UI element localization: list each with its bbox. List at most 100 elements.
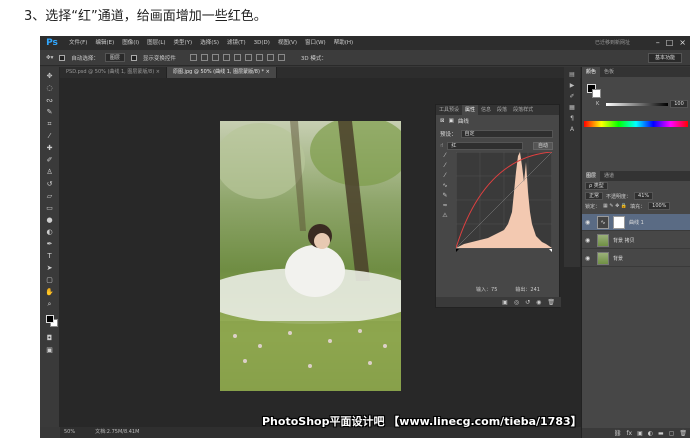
- edit-points-icon[interactable]: ∿: [439, 182, 451, 189]
- menu-view[interactable]: 视图(V): [274, 36, 301, 50]
- gray-point-eyedropper-icon[interactable]: ⁄: [439, 162, 451, 169]
- curve-graph[interactable]: [456, 152, 552, 252]
- link-layers-icon[interactable]: ⛓: [614, 430, 622, 437]
- eye-icon[interactable]: ◉: [585, 237, 593, 244]
- k-slider[interactable]: [606, 103, 668, 106]
- new-group-icon[interactable]: ▬: [658, 430, 664, 437]
- workspace-dropdown[interactable]: 基本功能: [647, 53, 682, 63]
- character-panel-icon[interactable]: A: [570, 126, 574, 133]
- clip-to-layer-icon[interactable]: ▣: [502, 299, 508, 306]
- eraser-icon[interactable]: ▱: [43, 191, 57, 201]
- shape-icon[interactable]: ▢: [43, 275, 57, 285]
- show-transform-checkbox[interactable]: [130, 54, 137, 61]
- auto-select-dropdown[interactable]: 图层: [104, 53, 125, 62]
- tab-color[interactable]: 颜色: [582, 67, 601, 77]
- k-value[interactable]: 100: [670, 100, 688, 108]
- pen-icon[interactable]: ✒: [43, 239, 57, 249]
- menu-edit[interactable]: 编辑(E): [91, 36, 118, 50]
- align-left-icon[interactable]: [222, 54, 230, 61]
- input-value[interactable]: 75: [491, 287, 497, 293]
- align-top-icon[interactable]: [189, 54, 197, 61]
- blend-mode-dropdown[interactable]: 正常: [585, 192, 604, 200]
- move-tool-icon[interactable]: ✥▾: [46, 55, 53, 61]
- lock-icons[interactable]: ▦ ✎ ✥ 🔒: [603, 203, 627, 209]
- crop-icon[interactable]: ⌗: [43, 119, 57, 129]
- reset-icon[interactable]: ↺: [525, 299, 530, 306]
- clipping-icon[interactable]: ⚠: [439, 212, 451, 219]
- new-layer-icon[interactable]: ▢: [669, 430, 675, 437]
- align-hcenter-icon[interactable]: [233, 54, 241, 61]
- maximize-button[interactable]: □: [666, 37, 674, 49]
- align-bottom-icon[interactable]: [211, 54, 219, 61]
- tab-tool-presets[interactable]: 工具预设: [436, 105, 462, 115]
- minimize-button[interactable]: –: [656, 37, 660, 49]
- view-previous-icon[interactable]: ◎: [514, 299, 519, 306]
- menu-3d[interactable]: 3D(D): [250, 36, 274, 50]
- tab-paragraph-styles[interactable]: 段落样式: [510, 105, 536, 115]
- quick-select-icon[interactable]: ✎: [43, 107, 57, 117]
- photo-canvas[interactable]: [220, 121, 401, 391]
- fill-input[interactable]: 100%: [648, 202, 671, 210]
- opacity-input[interactable]: 41%: [634, 192, 654, 200]
- kind-filter-dropdown[interactable]: ρ 类型: [585, 182, 608, 190]
- eye-icon[interactable]: ◉: [585, 255, 593, 262]
- paragraph-panel-icon[interactable]: ¶: [570, 115, 574, 122]
- zoom-icon[interactable]: ⌕: [43, 299, 57, 309]
- menu-window[interactable]: 窗口(W): [301, 36, 330, 50]
- screen-mode-icon[interactable]: ▣: [43, 345, 57, 355]
- hand-adjust-icon[interactable]: ☝: [440, 143, 443, 149]
- menu-layer[interactable]: 图层(L): [143, 36, 169, 50]
- channel-dropdown[interactable]: 红: [447, 142, 523, 150]
- healing-icon[interactable]: ✚: [43, 143, 57, 153]
- delete-layer-icon[interactable]: 🗑: [679, 430, 687, 437]
- output-value[interactable]: 241: [530, 287, 540, 293]
- tab-properties[interactable]: 属性: [462, 105, 479, 115]
- menu-file[interactable]: 文件(F): [65, 36, 91, 50]
- preset-dropdown[interactable]: 自定: [460, 130, 553, 138]
- tab-paragraph[interactable]: 段落: [494, 105, 510, 115]
- tab-psd[interactable]: PSD.psd @ 50% (曲线 1, 图层蒙版/8) ×: [60, 67, 167, 78]
- distribute-center-icon[interactable]: [266, 54, 274, 61]
- menu-filter[interactable]: 滤镜(T): [223, 36, 250, 50]
- visibility-icon[interactable]: ◉: [536, 299, 541, 306]
- white-point-eyedropper-icon[interactable]: ⁄: [439, 172, 451, 179]
- layer-curves[interactable]: ◉ ∿ 曲线 1: [582, 214, 690, 231]
- gradient-icon[interactable]: ▭: [43, 203, 57, 213]
- brush-icon[interactable]: ✐: [43, 155, 57, 165]
- move-icon[interactable]: ✥: [43, 71, 57, 81]
- tab-original[interactable]: 原图.jpg @ 50% (曲线 1, 图层蒙版/8) * ×: [166, 67, 277, 78]
- history-panel-icon[interactable]: ▤: [569, 71, 575, 78]
- menu-help[interactable]: 帮助(H): [330, 36, 357, 50]
- close-button[interactable]: ×: [679, 37, 686, 49]
- hand-icon[interactable]: ✋: [43, 287, 57, 297]
- distribute-bottom-icon[interactable]: [277, 54, 285, 61]
- dodge-icon[interactable]: ◐: [43, 227, 57, 237]
- tab-layers[interactable]: 图层: [582, 171, 601, 181]
- add-mask-icon[interactable]: ▣: [637, 430, 643, 437]
- marquee-icon[interactable]: ◌: [43, 83, 57, 93]
- zoom-level[interactable]: 50%: [64, 427, 75, 438]
- brush-panel-icon[interactable]: ✐: [569, 93, 574, 100]
- swatches-panel-icon[interactable]: ▦: [569, 104, 575, 111]
- color-background-swatch[interactable]: [592, 89, 601, 98]
- align-right-icon[interactable]: [244, 54, 252, 61]
- type-icon[interactable]: T: [43, 251, 57, 261]
- align-vcenter-icon[interactable]: [200, 54, 208, 61]
- foreground-color-swatch[interactable]: [45, 315, 54, 323]
- distribute-top-icon[interactable]: [255, 54, 263, 61]
- new-adjustment-icon[interactable]: ◐: [648, 430, 653, 437]
- layer-background-copy[interactable]: ◉ 背景 拷贝: [582, 232, 690, 249]
- lasso-icon[interactable]: ᔓ: [43, 95, 57, 105]
- tab-swatches[interactable]: 色板: [600, 67, 618, 77]
- delete-icon[interactable]: 🗑: [547, 299, 555, 306]
- layer-background[interactable]: ◉ 背景: [582, 250, 690, 267]
- color-spectrum[interactable]: [584, 121, 688, 127]
- tab-channels[interactable]: 通道: [600, 171, 618, 181]
- eyedropper-icon[interactable]: ⁄: [43, 131, 57, 141]
- quick-mask-icon[interactable]: ◘: [43, 333, 57, 343]
- blur-icon[interactable]: ●: [43, 215, 57, 225]
- clone-stamp-icon[interactable]: ♙: [43, 167, 57, 177]
- history-brush-icon[interactable]: ↺: [43, 179, 57, 189]
- mask-icon[interactable]: ▣: [449, 118, 454, 124]
- path-select-icon[interactable]: ➤: [43, 263, 57, 273]
